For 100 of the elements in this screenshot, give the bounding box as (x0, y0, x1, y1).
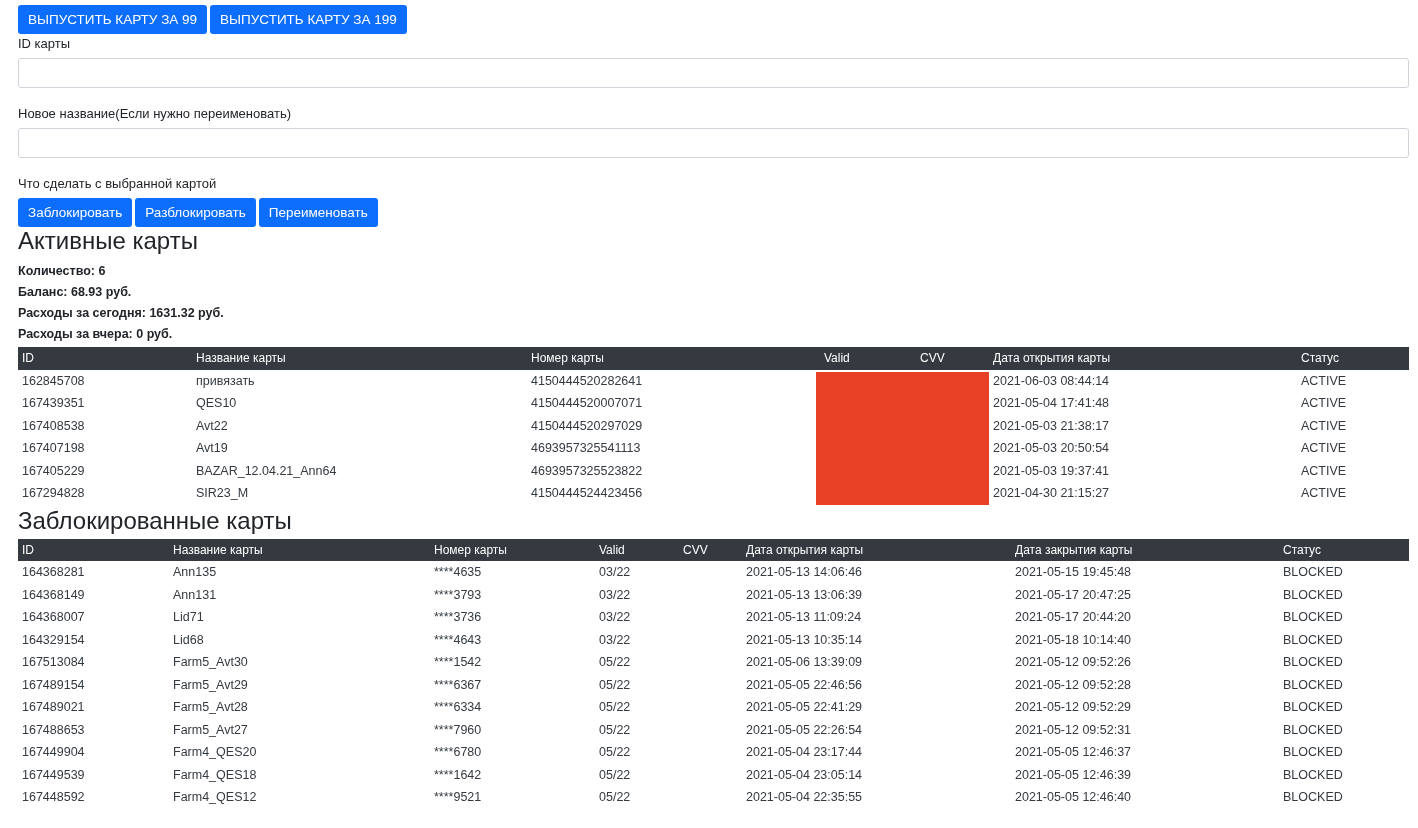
table-cell-text: Farm5_Avt27 (172, 721, 249, 739)
table-cell-text: 4693957325523822 (530, 462, 644, 480)
table-cell-text: 164368149 (21, 586, 86, 604)
table-cell-text: ****3736 (433, 609, 483, 626)
issue-card-button[interactable]: ВЫПУСТИТЬ КАРТУ ЗА 99 (18, 5, 208, 34)
table-cell-text: BLOCKED (1282, 631, 1344, 649)
table-cell-text: 164329154 (21, 631, 86, 649)
table-cell-text: привязать (195, 372, 256, 390)
table-cell-text: 167407198 (21, 440, 86, 457)
table-cell-text: 4693957325541113 (530, 440, 642, 457)
table-cell-text: 167489154 (21, 676, 86, 694)
table-cell-text: 164368007 (21, 609, 86, 626)
table-cell-text: Lid68 (172, 631, 205, 649)
table-cell-text: 2021-05-03 21:38:17 (992, 417, 1111, 435)
table-cell-text: 167488653 (21, 721, 86, 739)
table-cell-text: Avt19 (195, 440, 229, 457)
table-cell-text: BLOCKED (1282, 766, 1344, 784)
table-cell-text: 03/22 (598, 631, 632, 649)
table-cell-text: Farm4_QES18 (172, 766, 258, 784)
table-cell-text: ****3793 (433, 586, 483, 604)
table-cell-text: 05/22 (598, 721, 632, 739)
table-cell-text: 05/22 (598, 789, 632, 806)
table-cell-text: 4150444524423456 (530, 485, 644, 502)
table-cell-text: 03/22 (598, 586, 632, 604)
table-cell-text: ****6780 (433, 744, 483, 761)
table-cell-text: 03/22 (598, 564, 632, 581)
column-header: Номер карты (433, 541, 508, 559)
table-cell-text: ACTIVE (1300, 462, 1348, 480)
table-cell-text: ****1542 (433, 654, 483, 671)
table-cell-text: ACTIVE (1300, 440, 1348, 457)
table-cell-text: 167448592 (21, 789, 86, 806)
column-header: Дата открытия карты (745, 541, 865, 559)
table-cell-text: 4150444520297029 (530, 417, 644, 435)
table-cell-text: QES10 (195, 395, 238, 412)
column-header: ID (21, 350, 35, 367)
table-cell-text: 162845708 (21, 372, 86, 390)
table-cell-text: 2021-05-05 12:46:40 (1014, 789, 1133, 806)
action-button[interactable]: Разблокировать (135, 198, 256, 227)
table-cell-text: 2021-05-13 11:09:24 (745, 609, 863, 626)
table-cell-text: 2021-05-13 14:06:46 (745, 564, 864, 581)
table-cell-text: 167449904 (21, 744, 86, 761)
table-cell-text: ****1642 (433, 766, 483, 784)
table-cell-text: 2021-05-04 22:35:55 (745, 789, 864, 806)
table-cell-text: BLOCKED (1282, 564, 1344, 581)
table-cell-text: Lid71 (172, 609, 205, 626)
issue-card-button[interactable]: ВЫПУСТИТЬ КАРТУ ЗА 199 (210, 5, 407, 34)
table-cell-text: 05/22 (598, 699, 632, 716)
table-cell-text: 167513084 (21, 654, 86, 671)
field-label: ID карты (18, 36, 72, 52)
table-cell-text: 05/22 (598, 744, 632, 761)
column-header: Дата открытия карты (992, 350, 1112, 367)
table-cell-text: Farm5_Avt30 (172, 654, 249, 671)
table-cell-text: 167294828 (21, 485, 86, 502)
action-button[interactable]: Переименовать (258, 198, 378, 227)
table-cell-text: Ann135 (172, 564, 218, 581)
table-cell-text: 2021-05-04 23:05:14 (745, 766, 864, 784)
column-header: Статус (1282, 541, 1322, 559)
column-header: Статус (1300, 350, 1340, 367)
table-cell-text: 167405229 (21, 462, 86, 480)
field-label: Новое название(Если нужно переименовать) (18, 106, 293, 122)
table-cell-text: Farm4_QES12 (172, 789, 258, 806)
table-cell-text: 03/22 (598, 609, 632, 626)
section-heading: Заблокированные карты (18, 506, 293, 535)
table-cell-text: Ann131 (172, 586, 218, 604)
table-cell-text: ****4643 (433, 631, 483, 649)
stat-text: Расходы за вчера: 0 руб. (18, 326, 174, 343)
table-cell-text: ACTIVE (1300, 417, 1348, 435)
table-cell-text: 2021-05-12 09:52:28 (1014, 676, 1133, 694)
table-cell-text: 05/22 (598, 676, 632, 694)
table-cell-text: Farm5_Avt28 (172, 699, 249, 716)
field-label: Что сделать с выбранной картой (18, 176, 218, 192)
table-cell-text: Avt22 (195, 417, 229, 435)
table-cell-text: 2021-05-03 20:50:54 (992, 440, 1111, 457)
table-cell-text: Farm5_Avt29 (172, 676, 249, 694)
stat-text: Баланс: 68.93 руб. (18, 284, 133, 301)
table-cell-text: BLOCKED (1282, 586, 1344, 604)
table-cell-text: BLOCKED (1282, 744, 1344, 761)
input-field[interactable] (18, 58, 1409, 88)
table-cell-text: BAZAR_12.04.21_Ann64 (195, 462, 338, 480)
table-cell-text: 2021-05-13 13:06:39 (745, 586, 864, 604)
column-header: Valid (823, 350, 851, 367)
table-cell-text: Farm4_QES20 (172, 744, 258, 761)
table-cell-text: ****6367 (433, 676, 483, 694)
table-cell-text: 2021-05-12 09:52:26 (1014, 654, 1133, 671)
table-cell-text: ****4635 (433, 564, 483, 581)
table-cell-text: 4150444520007071 (530, 395, 644, 412)
table-cell-text: 2021-05-03 19:37:41 (992, 462, 1111, 480)
table-cell-text: 2021-05-13 10:35:14 (745, 631, 864, 649)
table-cell-text: 2021-05-12 09:52:29 (1014, 699, 1133, 716)
table-cell-text: 05/22 (598, 654, 632, 671)
table-cell-text: ACTIVE (1300, 395, 1348, 412)
table-cell-text: ****6334 (433, 699, 483, 716)
input-field[interactable] (18, 128, 1409, 158)
table-cell-text: 2021-05-04 23:17:44 (745, 744, 864, 761)
table-cell-text: 2021-05-05 12:46:39 (1014, 766, 1133, 784)
action-button[interactable]: Заблокировать (18, 198, 133, 227)
table-cell-text: ****7960 (433, 721, 483, 739)
table-cell-text: 167449539 (21, 766, 86, 784)
column-header: Название карты (172, 541, 264, 559)
table-cell-text: 2021-05-05 12:46:37 (1014, 744, 1133, 761)
